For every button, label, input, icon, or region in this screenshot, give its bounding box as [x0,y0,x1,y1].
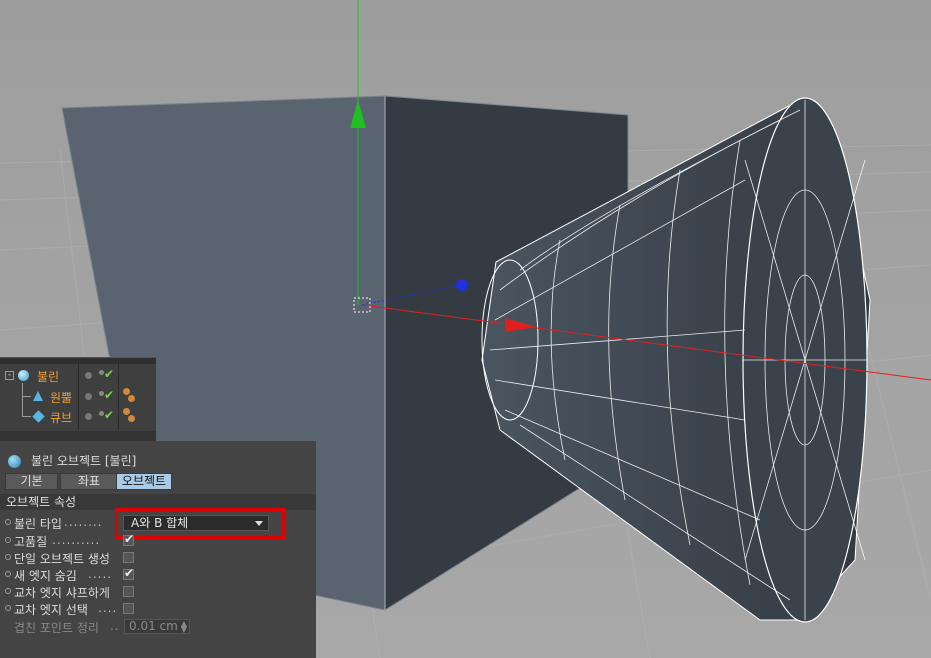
property-dots: ........ [64,515,103,529]
visibility-dot[interactable] [85,393,92,400]
property-label: 교차 엣지 선택 [14,603,88,617]
animation-bullet-icon[interactable] [5,571,11,577]
tab-object[interactable]: 오브젝트 [116,473,172,490]
animation-bullet-icon[interactable] [5,554,11,560]
property-high-quality: 고품질 .......... ✔ [0,532,316,550]
field-value: 0.01 cm [129,619,178,633]
single-object-checkbox[interactable] [123,552,134,563]
optimize-points-field[interactable]: 0.01 cm ▲ ▼ [124,619,190,634]
object-name[interactable]: 큐브 [50,409,72,426]
attribute-title: 불린 오브젝트 [불린] [31,454,137,468]
property-label: 불린 타입 [14,517,62,531]
property-hide-new-edges: 새 엣지 숨김 ..... ✔ [0,566,316,584]
boole-icon [18,370,29,381]
property-sharpen-intersection: 교차 엣지 샤프하게 [0,583,316,601]
property-single-object: 단일 오브젝트 생성 [0,549,316,567]
property-dots: .... [98,601,118,615]
select-intersection-checkbox[interactable] [123,603,134,614]
animation-bullet-icon[interactable] [5,588,11,594]
object-name[interactable]: 원뿔 [50,389,72,406]
check-icon: ✔ [124,566,135,580]
animation-bullet-icon[interactable] [5,519,11,525]
boole-icon [8,455,21,468]
check-icon: ✔ [124,532,135,546]
enabled-check-icon[interactable]: ✔ [104,408,114,422]
hierarchy-line [22,397,31,417]
property-label: 새 엣지 숨김 [14,569,77,583]
visibility-dot[interactable] [85,372,92,379]
phong-tag-icon[interactable] [123,408,130,415]
object-manager-footer [0,431,156,441]
collapse-icon[interactable]: - [5,371,14,380]
property-select-intersection: 교차 엣지 선택 .... [0,600,316,618]
tab-basic[interactable]: 기본 [5,473,58,490]
property-label: 고품질 [14,535,48,549]
sharpen-intersection-checkbox[interactable] [123,586,134,597]
phong-tag-icon[interactable] [123,388,130,395]
stepper-icon[interactable]: ▲ ▼ [181,620,187,634]
object-row-cube[interactable]: 큐브 ✔ [0,397,156,427]
cone-icon [33,391,43,401]
property-dots: .. [110,619,120,633]
hierarchy-line [22,383,31,397]
enabled-check-icon[interactable]: ✔ [104,367,114,381]
enabled-check-icon[interactable]: ✔ [104,388,114,402]
hide-new-edges-checkbox[interactable]: ✔ [123,566,135,580]
property-label: 단일 오브젝트 생성 [14,552,110,566]
visibility-dot[interactable] [85,413,92,420]
cube-icon [32,410,45,423]
phong-tag-icon[interactable] [128,395,135,402]
animation-bullet-icon[interactable] [5,605,11,611]
phong-tag-icon[interactable] [128,415,135,422]
property-label: 겹친 포인트 정리 [14,621,99,635]
property-label: 교차 엣지 샤프하게 [14,586,110,600]
object-manager: - 불린 ✔ 원뿔 ✔ 큐브 ✔ [0,357,156,441]
animation-bullet-icon[interactable] [5,537,11,543]
high-quality-checkbox[interactable]: ✔ [123,532,135,546]
property-dots: .......... [52,533,101,547]
tab-coordinates[interactable]: 좌표 [60,473,118,490]
property-dots: ..... [88,567,113,581]
attribute-header: 불린 오브젝트 [불린] [0,441,316,471]
object-name[interactable]: 불린 [37,368,59,385]
